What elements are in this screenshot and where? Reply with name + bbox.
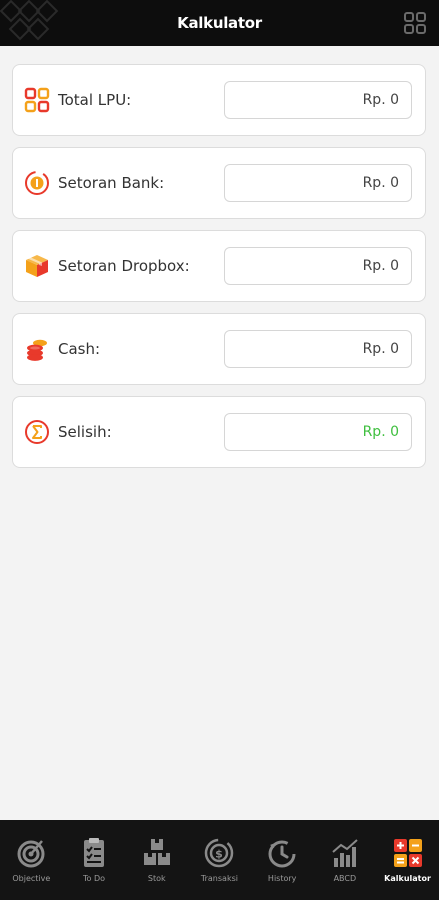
selisih-field: Rp. 0 [224,413,412,451]
cash-field[interactable]: Rp. 0 [224,330,412,368]
box-icon [26,255,48,277]
selisih-label: Selisih: [58,423,112,441]
page-title: Kalkulator [177,14,262,32]
target-icon [17,840,45,868]
cash-label: Cash: [58,340,101,358]
setoran-dropbox-card: Setoran Dropbox: Rp. 0 [12,230,426,302]
grid-menu-icon[interactable] [403,11,427,35]
coin-stack-icon [27,339,47,361]
nav-item-abcd[interactable]: ABCD [317,836,373,883]
cash-card: Cash: Rp. 0 [12,313,426,385]
selisih-card: Selisih: Rp. 0 [12,396,426,468]
total-lpu-label: Total LPU: [58,91,132,109]
setoran-dropbox-field[interactable]: Rp. 0 [224,247,412,285]
svg-text:$: $ [216,848,224,861]
grid-squares-icon [24,87,50,113]
nav-label-transaksi: Transaksi [200,874,238,883]
nav-item-transaksi[interactable]: $ Transaksi [191,836,247,883]
calculator-form: Total LPU: Rp. 0 Setoran Bank: Rp. 0 Set… [12,64,426,479]
nav-item-kalkulator[interactable]: Kalkulator [380,836,436,883]
nav-label-stok: Stok [147,874,166,883]
nav-label-objective: Objective [12,874,51,883]
setoran-bank-label: Setoran Bank: [58,174,165,192]
setoran-dropbox-label: Setoran Dropbox: [58,257,190,275]
setoran-bank-card: Setoran Bank: Rp. 0 [12,147,426,219]
nav-label-abcd: ABCD [333,874,357,883]
header-pattern-decoration [0,0,59,41]
calculator-icon [393,839,422,867]
nav-label-to-do: To Do [83,874,106,883]
app-header: Kalkulator [0,0,439,46]
nav-label-kalkulator: Kalkulator [384,874,431,883]
nav-item-to-do[interactable]: To Do [66,836,122,883]
total-lpu-card: Total LPU: Rp. 0 [12,64,426,136]
nav-item-objective[interactable]: Objective [3,836,59,883]
bar-chart-icon [332,839,358,867]
setoran-bank-field[interactable]: Rp. 0 [224,164,412,202]
total-lpu-field[interactable]: Rp. 0 [224,81,412,119]
nav-label-history: History [267,874,297,883]
coin-deposit-icon [25,171,49,195]
bottom-navigation: Objective To Do Stok $ Transaksi History… [0,820,439,900]
nav-item-stok[interactable]: Stok [129,836,185,883]
nav-item-history[interactable]: History [254,836,310,883]
clock-icon [268,840,296,868]
checklist-icon [84,838,105,867]
sigma-icon [25,420,49,444]
boxes-icon [143,839,170,865]
money-icon: $ [205,838,234,868]
